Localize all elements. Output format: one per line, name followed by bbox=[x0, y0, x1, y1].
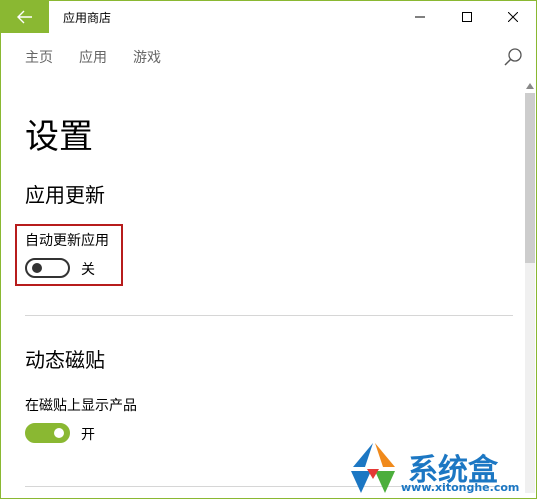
setting-label-show-products: 在磁贴上显示产品 bbox=[25, 398, 137, 414]
minimize-icon bbox=[415, 16, 425, 18]
nav-item-apps[interactable]: 应用 bbox=[79, 47, 107, 67]
watermark-url: www.xitonghe.com bbox=[401, 481, 520, 494]
brand-logo-icon bbox=[351, 443, 395, 493]
app-window: 应用商店 主页 应用 游戏 设置 应用更新 自动更新应用 关 动态磁贴 在磁贴上… bbox=[0, 0, 537, 499]
show-products-state: 开 bbox=[81, 427, 95, 443]
close-icon bbox=[508, 12, 518, 22]
scrollbar-thumb[interactable] bbox=[525, 93, 535, 263]
auto-update-toggle[interactable] bbox=[25, 258, 70, 278]
search-button[interactable] bbox=[503, 47, 523, 67]
nav-item-home[interactable]: 主页 bbox=[25, 47, 53, 67]
page-title: 设置 bbox=[25, 117, 93, 157]
toggle-knob bbox=[32, 263, 42, 273]
title-bar: 应用商店 bbox=[1, 1, 536, 33]
toggle-knob bbox=[54, 428, 64, 438]
section-heading-app-updates: 应用更新 bbox=[25, 183, 105, 207]
watermark: 系统盒 www.xitonghe.com bbox=[343, 441, 533, 497]
scroll-up-button[interactable] bbox=[525, 81, 535, 91]
back-button[interactable] bbox=[1, 1, 49, 33]
back-arrow-icon bbox=[17, 10, 32, 24]
auto-update-state: 关 bbox=[81, 262, 95, 278]
minimize-button[interactable] bbox=[397, 1, 443, 33]
setting-label-auto-update: 自动更新应用 bbox=[25, 233, 109, 249]
show-products-toggle[interactable] bbox=[25, 423, 70, 443]
maximize-button[interactable] bbox=[444, 1, 490, 33]
close-button[interactable] bbox=[490, 1, 536, 33]
chevron-up-icon bbox=[526, 83, 534, 89]
section-heading-live-tiles: 动态磁贴 bbox=[25, 348, 105, 372]
window-title: 应用商店 bbox=[63, 11, 112, 25]
maximize-icon bbox=[462, 12, 472, 22]
section-divider bbox=[25, 315, 513, 316]
nav-item-games[interactable]: 游戏 bbox=[133, 47, 161, 67]
search-icon bbox=[504, 48, 522, 66]
